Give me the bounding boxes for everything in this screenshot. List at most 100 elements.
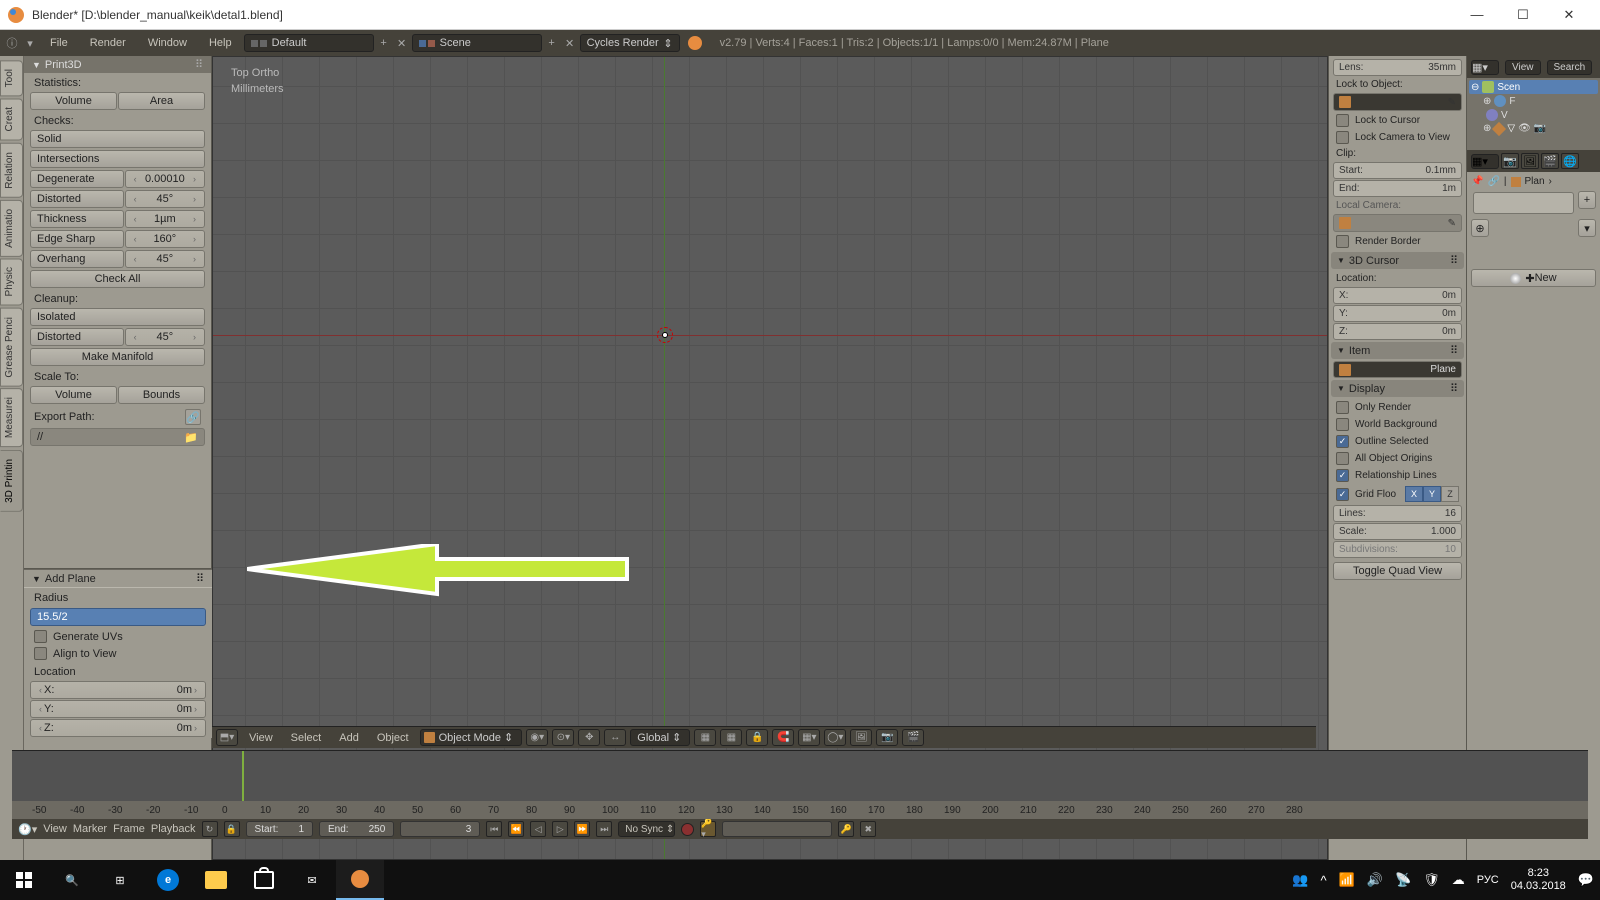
lens-field[interactable]: Lens:35mm — [1333, 59, 1462, 76]
maximize-button[interactable]: ☐ — [1500, 0, 1546, 30]
material-browse-icon[interactable]: ⊕ — [1471, 219, 1489, 237]
search-button[interactable]: 🔍 — [48, 860, 96, 900]
distorted2-button[interactable]: Distorted — [30, 328, 124, 346]
tl-lock-icon[interactable]: 🔒 — [224, 821, 240, 837]
tl-jump-end-icon[interactable]: ⏭ — [596, 821, 612, 837]
all-origins-check[interactable]: All Object Origins — [1331, 450, 1464, 467]
tl-frame[interactable]: Frame — [113, 823, 145, 835]
intersections-button[interactable]: Intersections — [30, 150, 205, 168]
cursor-z[interactable]: Z:0m — [1333, 323, 1462, 340]
loc-z[interactable]: ‹Z:0m› — [30, 719, 206, 737]
tray-people-icon[interactable]: 👥 — [1292, 872, 1308, 888]
degenerate-button[interactable]: Degenerate — [30, 170, 124, 188]
overhang-button[interactable]: Overhang — [30, 250, 124, 268]
volume2-button[interactable]: Volume — [30, 386, 117, 404]
grid-lines[interactable]: Lines:16 — [1333, 505, 1462, 522]
local-camera-field[interactable]: ✎ — [1333, 214, 1462, 232]
new-material-button[interactable]: ✚ New — [1471, 269, 1596, 287]
outline-selected-check[interactable]: ✓Outline Selected — [1331, 433, 1464, 450]
screen-layout-dropdown[interactable]: Default — [244, 34, 374, 52]
grid-subdiv[interactable]: Subdivisions:10 — [1333, 541, 1462, 558]
tray-onedrive-icon[interactable]: ☁ — [1452, 872, 1465, 888]
tl-play-rev-icon[interactable]: ◁ — [530, 821, 546, 837]
isolated-button[interactable]: Isolated — [30, 308, 205, 326]
outliner-view-menu[interactable]: View — [1505, 60, 1541, 75]
volume-button[interactable]: Volume — [30, 92, 117, 110]
make-manifold-button[interactable]: Make Manifold — [30, 348, 205, 366]
timeline-editor-icon[interactable]: 🕐▾ — [18, 823, 37, 836]
layout-remove-icon[interactable]: ✕ — [394, 35, 410, 51]
bounds-button[interactable]: Bounds — [118, 386, 205, 404]
blender-taskbar-icon[interactable] — [336, 860, 384, 900]
menu-help[interactable]: Help — [199, 37, 242, 49]
menu-window[interactable]: Window — [138, 37, 197, 49]
prop-tab-render[interactable]: 📷 — [1501, 153, 1519, 169]
tab-animation[interactable]: Animatio — [0, 200, 23, 257]
export-path-field[interactable]: //📁 — [30, 428, 205, 446]
mail-icon[interactable]: ✉ — [288, 860, 336, 900]
outliner-editor-icon[interactable]: ▦▾ — [1471, 60, 1499, 75]
tray-up-icon[interactable]: ^ — [1321, 873, 1327, 888]
link-icon[interactable]: 🔗 — [185, 409, 201, 425]
render-preview-icon[interactable]: 🖼 — [850, 729, 872, 746]
mode-dropdown[interactable]: Object Mode ⇕ — [420, 729, 523, 746]
prop-tab-layers[interactable]: 🖼 — [1521, 153, 1539, 169]
tab-create[interactable]: Creat — [0, 98, 23, 140]
opengl-render-icon[interactable]: 📷 — [876, 729, 898, 746]
3dview-editor-icon[interactable]: ⬒▾ — [216, 729, 238, 746]
loc-x[interactable]: ‹X:0m› — [30, 681, 206, 699]
operator-header[interactable]: ▼Add Plane⠿ — [24, 569, 212, 588]
tl-keyset-icon[interactable]: 🔑▾ — [700, 821, 716, 837]
tl-sync-dropdown[interactable]: No Sync ⇕ — [618, 821, 675, 837]
scene-add-icon[interactable]: + — [544, 35, 560, 51]
tray-volume-icon[interactable]: 🔊 — [1367, 872, 1383, 888]
tray-clock[interactable]: 8:23 04.03.2018 — [1511, 867, 1566, 893]
opengl-anim-icon[interactable]: 🎬 — [902, 729, 924, 746]
snap-target-icon[interactable]: ▦▾ — [798, 729, 820, 746]
grid-scale[interactable]: Scale:1.000 — [1333, 523, 1462, 540]
tray-notifications-icon[interactable]: 💬 — [1578, 872, 1594, 888]
tl-keying-set-field[interactable] — [722, 821, 832, 837]
tray-lang[interactable]: РУС — [1477, 874, 1499, 886]
tl-keyframe-prev-icon[interactable]: ⏪ — [508, 821, 524, 837]
tl-range-icon[interactable]: ↻ — [202, 821, 218, 837]
tl-view[interactable]: View — [43, 823, 67, 835]
orientation-dropdown[interactable]: Global ⇕ — [630, 729, 690, 746]
axis-z-button[interactable]: Z — [1441, 486, 1459, 502]
prop-tab-scene[interactable]: 🎬 — [1541, 153, 1559, 169]
tl-playback[interactable]: Playback — [151, 823, 196, 835]
solid-button[interactable]: Solid — [30, 130, 205, 148]
minimize-button[interactable]: — — [1454, 0, 1500, 30]
tab-measure[interactable]: Measurei — [0, 388, 23, 447]
edge-sharp-value[interactable]: ‹160°› — [125, 230, 205, 248]
material-slot[interactable] — [1473, 192, 1574, 214]
grid-floor-check[interactable]: ✓Grid Floo X Y Z — [1331, 484, 1464, 504]
3dview-view[interactable]: View — [242, 732, 280, 744]
store-icon[interactable] — [240, 860, 288, 900]
degenerate-value[interactable]: ‹0.00010› — [125, 170, 205, 188]
tl-jump-start-icon[interactable]: ⏮ — [486, 821, 502, 837]
edge-icon[interactable]: e — [144, 860, 192, 900]
layers-button-2[interactable]: ▦ — [720, 729, 742, 746]
timeline-ruler[interactable]: -50-40-30-20-100102030405060708090100110… — [12, 801, 1588, 819]
generate-uvs-check[interactable]: Generate UVs — [24, 628, 212, 645]
pivot-icon[interactable]: ⊙▾ — [552, 729, 574, 746]
manipulator-icon[interactable]: ✥ — [578, 729, 600, 746]
tl-autokeying-icon[interactable] — [681, 823, 694, 836]
tab-3d-printing[interactable]: 3D Printin — [0, 450, 23, 512]
close-button[interactable]: ✕ — [1546, 0, 1592, 30]
item-name-field[interactable]: Plane — [1333, 361, 1462, 378]
tab-relations[interactable]: Relation — [0, 143, 23, 198]
3dview-add[interactable]: Add — [332, 732, 366, 744]
3dview-select[interactable]: Select — [284, 732, 329, 744]
properties-breadcrumb[interactable]: 📌 🔗 | Plan› — [1471, 176, 1596, 187]
lock-camera-check[interactable]: Lock Camera to View — [1331, 129, 1464, 146]
snap-icon[interactable]: 🧲 — [772, 729, 794, 746]
axis-y-button[interactable]: Y — [1423, 486, 1441, 502]
tab-grease-pencil[interactable]: Grease Penci — [0, 308, 23, 387]
timeline-track[interactable] — [12, 751, 1588, 801]
properties-editor-icon[interactable]: ▦▾ — [1471, 154, 1499, 169]
distorted-value[interactable]: ‹45°› — [125, 190, 205, 208]
cursor-y[interactable]: Y:0m — [1333, 305, 1462, 322]
outliner-tree[interactable]: ⊖Scen ⊕F V ⊕▽👁📷 — [1467, 78, 1600, 150]
